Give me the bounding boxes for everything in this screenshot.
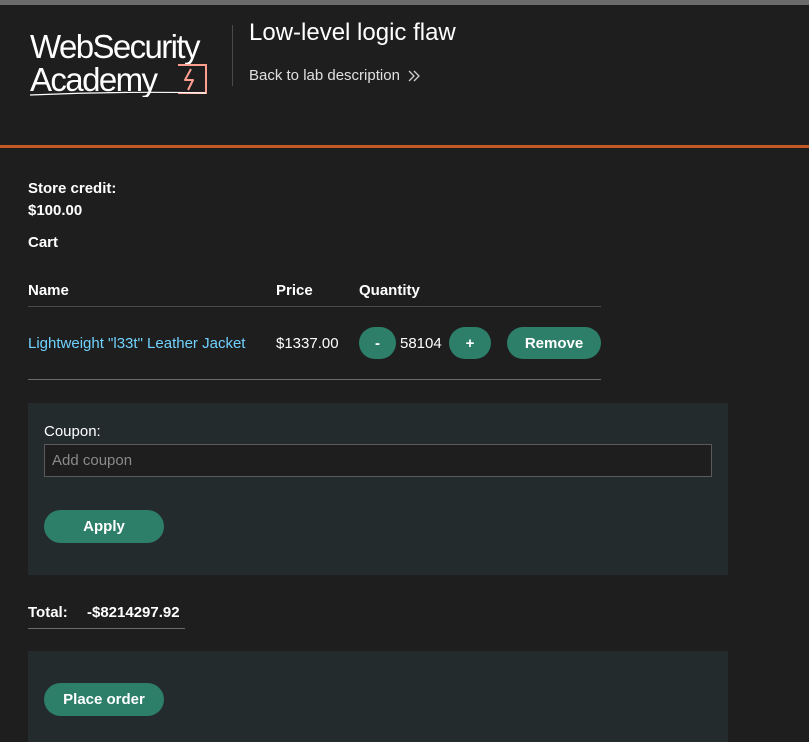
store-credit-value: $100.00 (28, 202, 83, 219)
cart-table: Name Price Quantity Lightweight "l33t" L… (28, 276, 601, 381)
back-link-label: Back to lab description (249, 67, 400, 84)
column-header-quantity: Quantity (359, 282, 420, 299)
place-order-panel: Place order (28, 651, 728, 742)
place-order-button[interactable]: Place order (44, 683, 164, 716)
web-security-academy-logo[interactable]: WebSecurity Academy (28, 25, 232, 98)
table-header-divider (28, 306, 601, 307)
table-row-divider (28, 379, 601, 380)
column-header-name: Name (28, 282, 69, 299)
back-to-lab-description-link[interactable]: Back to lab description (249, 67, 420, 84)
double-chevron-right-icon (408, 70, 420, 81)
cart-item-name-link[interactable]: Lightweight "l33t" Leather Jacket (28, 335, 245, 352)
total-label: Total: (28, 604, 68, 621)
logo-line-1: WebSecurity (30, 28, 201, 65)
cart-heading: Cart (28, 234, 59, 251)
total-value: -$8214297.92 (87, 604, 180, 621)
column-header-price: Price (276, 282, 313, 299)
total-divider (28, 628, 185, 629)
cart-item-quantity: 58104 (400, 335, 442, 352)
logo-line-2: Academy (30, 61, 158, 97)
decrease-quantity-button[interactable]: - (359, 327, 396, 359)
logo-graphic: WebSecurity Academy (29, 28, 207, 98)
remove-item-button[interactable]: Remove (507, 327, 601, 359)
lab-header: WebSecurity Academy Low-level logic flaw… (0, 5, 809, 145)
increase-quantity-button[interactable]: + (449, 327, 491, 359)
logo-bolt-icon (184, 68, 194, 91)
header-accent-rule (0, 145, 809, 148)
lab-title: Low-level logic flaw (249, 19, 456, 46)
logo-divider (232, 25, 233, 86)
cart-item-price: $1337.00 (276, 335, 339, 352)
coupon-input[interactable] (44, 444, 712, 477)
store-credit-label: Store credit: (28, 180, 117, 197)
coupon-label: Coupon: (44, 423, 101, 440)
apply-coupon-button[interactable]: Apply (44, 510, 164, 543)
coupon-panel: Coupon: Apply (28, 403, 728, 575)
